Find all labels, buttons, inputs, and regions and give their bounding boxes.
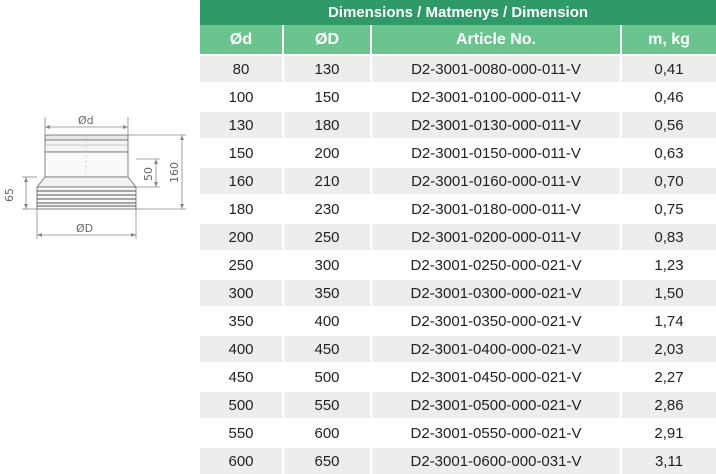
cell-article-no: D2-3001-0200-000-011-V	[370, 222, 621, 251]
cell-large-diameter: 200	[282, 138, 371, 167]
table-row: 400 450 D2-3001-0400-000-021-V 2,03	[200, 334, 716, 363]
large-diameter-label: ØD	[76, 222, 93, 235]
cell-mass: 0,63	[620, 138, 716, 167]
table-title: Dimensions / Matmenys / Dimension	[200, 0, 716, 25]
table-row: 450 500 D2-3001-0450-000-021-V 2,27	[200, 362, 716, 391]
column-header-small-diameter: Ød	[200, 25, 283, 55]
cell-small-diameter: 500	[200, 390, 283, 419]
table-row: 160 210 D2-3001-0160-000-011-V 0,70	[200, 166, 716, 195]
cell-small-diameter: 200	[200, 222, 283, 251]
cell-small-diameter: 180	[200, 194, 283, 223]
cell-article-no: D2-3001-0150-000-011-V	[370, 138, 621, 167]
cell-mass: 3,11	[620, 446, 716, 474]
table-row: 350 400 D2-3001-0350-000-021-V 1,74	[200, 306, 716, 335]
cell-mass: 0,46	[620, 82, 716, 111]
cell-small-diameter: 600	[200, 446, 283, 474]
cell-large-diameter: 650	[282, 446, 371, 474]
cell-large-diameter: 150	[282, 82, 371, 111]
reducer-technical-drawing: Ød ØD 65 50 160	[0, 105, 190, 255]
table-row: 500 550 D2-3001-0500-000-021-V 2,86	[200, 390, 716, 419]
column-header-article-no: Article No.	[370, 25, 621, 55]
cell-article-no: D2-3001-0100-000-011-V	[370, 82, 621, 111]
cell-large-diameter: 600	[282, 418, 371, 447]
cell-article-no: D2-3001-0500-000-021-V	[370, 390, 621, 419]
table-row: 180 230 D2-3001-0180-000-011-V 0,75	[200, 194, 716, 223]
cell-large-diameter: 450	[282, 334, 371, 363]
cell-large-diameter: 550	[282, 390, 371, 419]
cell-large-diameter: 350	[282, 278, 371, 307]
cell-small-diameter: 80	[200, 54, 283, 83]
cell-mass: 1,74	[620, 306, 716, 335]
cell-article-no: D2-3001-0350-000-021-V	[370, 306, 621, 335]
cell-article-no: D2-3001-0180-000-011-V	[370, 194, 621, 223]
cell-large-diameter: 500	[282, 362, 371, 391]
cell-small-diameter: 100	[200, 82, 283, 111]
table-row: 250 300 D2-3001-0250-000-021-V 1,23	[200, 250, 716, 279]
cell-article-no: D2-3001-0550-000-021-V	[370, 418, 621, 447]
cell-mass: 0,56	[620, 110, 716, 139]
cell-mass: 1,50	[620, 278, 716, 307]
cell-large-diameter: 130	[282, 54, 371, 83]
cell-mass: 0,41	[620, 54, 716, 83]
cell-mass: 2,03	[620, 334, 716, 363]
cell-mass: 2,91	[620, 418, 716, 447]
cell-article-no: D2-3001-0300-000-021-V	[370, 278, 621, 307]
cell-small-diameter: 300	[200, 278, 283, 307]
height-65-label: 65	[3, 188, 16, 202]
height-50-label: 50	[142, 167, 155, 181]
cell-large-diameter: 250	[282, 222, 371, 251]
cell-large-diameter: 400	[282, 306, 371, 335]
column-header-large-diameter: ØD	[282, 25, 371, 55]
cell-article-no: D2-3001-0080-000-011-V	[370, 54, 621, 83]
table-row: 550 600 D2-3001-0550-000-021-V 2,91	[200, 418, 716, 447]
height-160-label: 160	[168, 162, 181, 183]
cell-mass: 0,75	[620, 194, 716, 223]
cell-article-no: D2-3001-0250-000-021-V	[370, 250, 621, 279]
cell-article-no: D2-3001-0130-000-011-V	[370, 110, 621, 139]
table-row: 100 150 D2-3001-0100-000-011-V 0,46	[200, 82, 716, 111]
cell-large-diameter: 210	[282, 166, 371, 195]
column-header-mass: m, kg	[620, 25, 716, 55]
table-title-row: Dimensions / Matmenys / Dimension	[200, 0, 716, 25]
cell-small-diameter: 400	[200, 334, 283, 363]
cell-small-diameter: 130	[200, 110, 283, 139]
cell-mass: 2,27	[620, 362, 716, 391]
cell-article-no: D2-3001-0450-000-021-V	[370, 362, 621, 391]
table-row: 130 180 D2-3001-0130-000-011-V 0,56	[200, 110, 716, 139]
table-row: 200 250 D2-3001-0200-000-011-V 0,83	[200, 222, 716, 251]
cell-small-diameter: 250	[200, 250, 283, 279]
table-row: 150 200 D2-3001-0150-000-011-V 0,63	[200, 138, 716, 167]
table-row: 80 130 D2-3001-0080-000-011-V 0,41	[200, 54, 716, 83]
cell-article-no: D2-3001-0160-000-011-V	[370, 166, 621, 195]
table-row: 600 650 D2-3001-0600-000-031-V 3,11	[200, 446, 716, 474]
cell-small-diameter: 150	[200, 138, 283, 167]
cell-mass: 2,86	[620, 390, 716, 419]
table-row: 300 350 D2-3001-0300-000-021-V 1,50	[200, 278, 716, 307]
cell-small-diameter: 160	[200, 166, 283, 195]
cell-mass: 1,23	[620, 250, 716, 279]
table-header-row: Ød ØD Article No. m, kg	[200, 25, 716, 55]
dimensions-table: Dimensions / Matmenys / Dimension Ød ØD …	[200, 0, 716, 474]
cell-small-diameter: 350	[200, 306, 283, 335]
cell-large-diameter: 230	[282, 194, 371, 223]
cell-small-diameter: 550	[200, 418, 283, 447]
cell-mass: 0,70	[620, 166, 716, 195]
cell-large-diameter: 300	[282, 250, 371, 279]
small-diameter-label: Ød	[78, 114, 94, 127]
cell-mass: 0,83	[620, 222, 716, 251]
cell-article-no: D2-3001-0600-000-031-V	[370, 446, 621, 474]
cell-large-diameter: 180	[282, 110, 371, 139]
cell-small-diameter: 450	[200, 362, 283, 391]
cell-article-no: D2-3001-0400-000-021-V	[370, 334, 621, 363]
